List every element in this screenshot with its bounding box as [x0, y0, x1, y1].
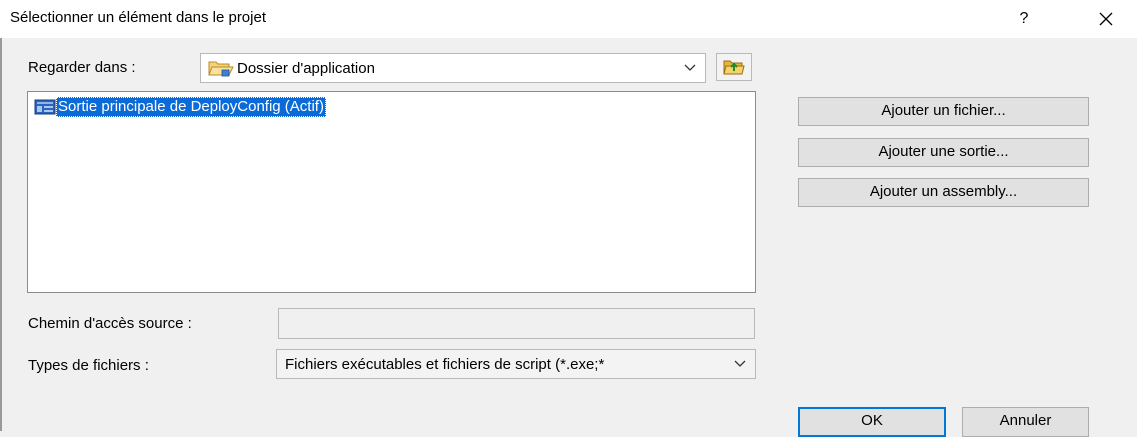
look-in-combobox[interactable]: Dossier d'application: [200, 53, 706, 83]
cancel-button[interactable]: Annuler: [962, 407, 1089, 437]
help-button[interactable]: ?: [1012, 7, 1036, 31]
project-items-list[interactable]: Sortie principale de DeployConfig (Actif…: [27, 91, 756, 293]
dialog-title: Sélectionner un élément dans le projet: [10, 9, 266, 26]
source-path-label: Chemin d'accès source :: [28, 315, 192, 332]
look-in-value: Dossier d'application: [237, 59, 375, 77]
list-item[interactable]: Sortie principale de DeployConfig (Actif…: [34, 97, 326, 117]
add-file-button[interactable]: Ajouter un fichier...: [798, 97, 1089, 126]
folder-icon: [208, 61, 234, 77]
source-path-field: [278, 308, 755, 339]
file-types-value: Fichiers exécutables et fichiers de scri…: [285, 356, 605, 373]
chevron-down-icon: [734, 360, 746, 367]
file-types-combobox[interactable]: Fichiers exécutables et fichiers de scri…: [276, 349, 756, 379]
list-item-label: Sortie principale de DeployConfig (Actif…: [56, 97, 326, 117]
file-types-label: Types de fichiers :: [28, 357, 149, 374]
project-output-icon: [34, 99, 56, 115]
window-edge: [0, 38, 2, 431]
chevron-down-icon: [684, 64, 696, 71]
close-button[interactable]: [1092, 6, 1120, 32]
close-icon: [1099, 12, 1113, 26]
up-folder-icon: [723, 60, 745, 75]
add-assembly-button[interactable]: Ajouter un assembly...: [798, 178, 1089, 207]
look-in-label: Regarder dans :: [28, 59, 136, 76]
ok-button[interactable]: OK: [798, 407, 946, 437]
up-folder-button[interactable]: [716, 53, 752, 81]
add-output-button[interactable]: Ajouter une sortie...: [798, 138, 1089, 167]
